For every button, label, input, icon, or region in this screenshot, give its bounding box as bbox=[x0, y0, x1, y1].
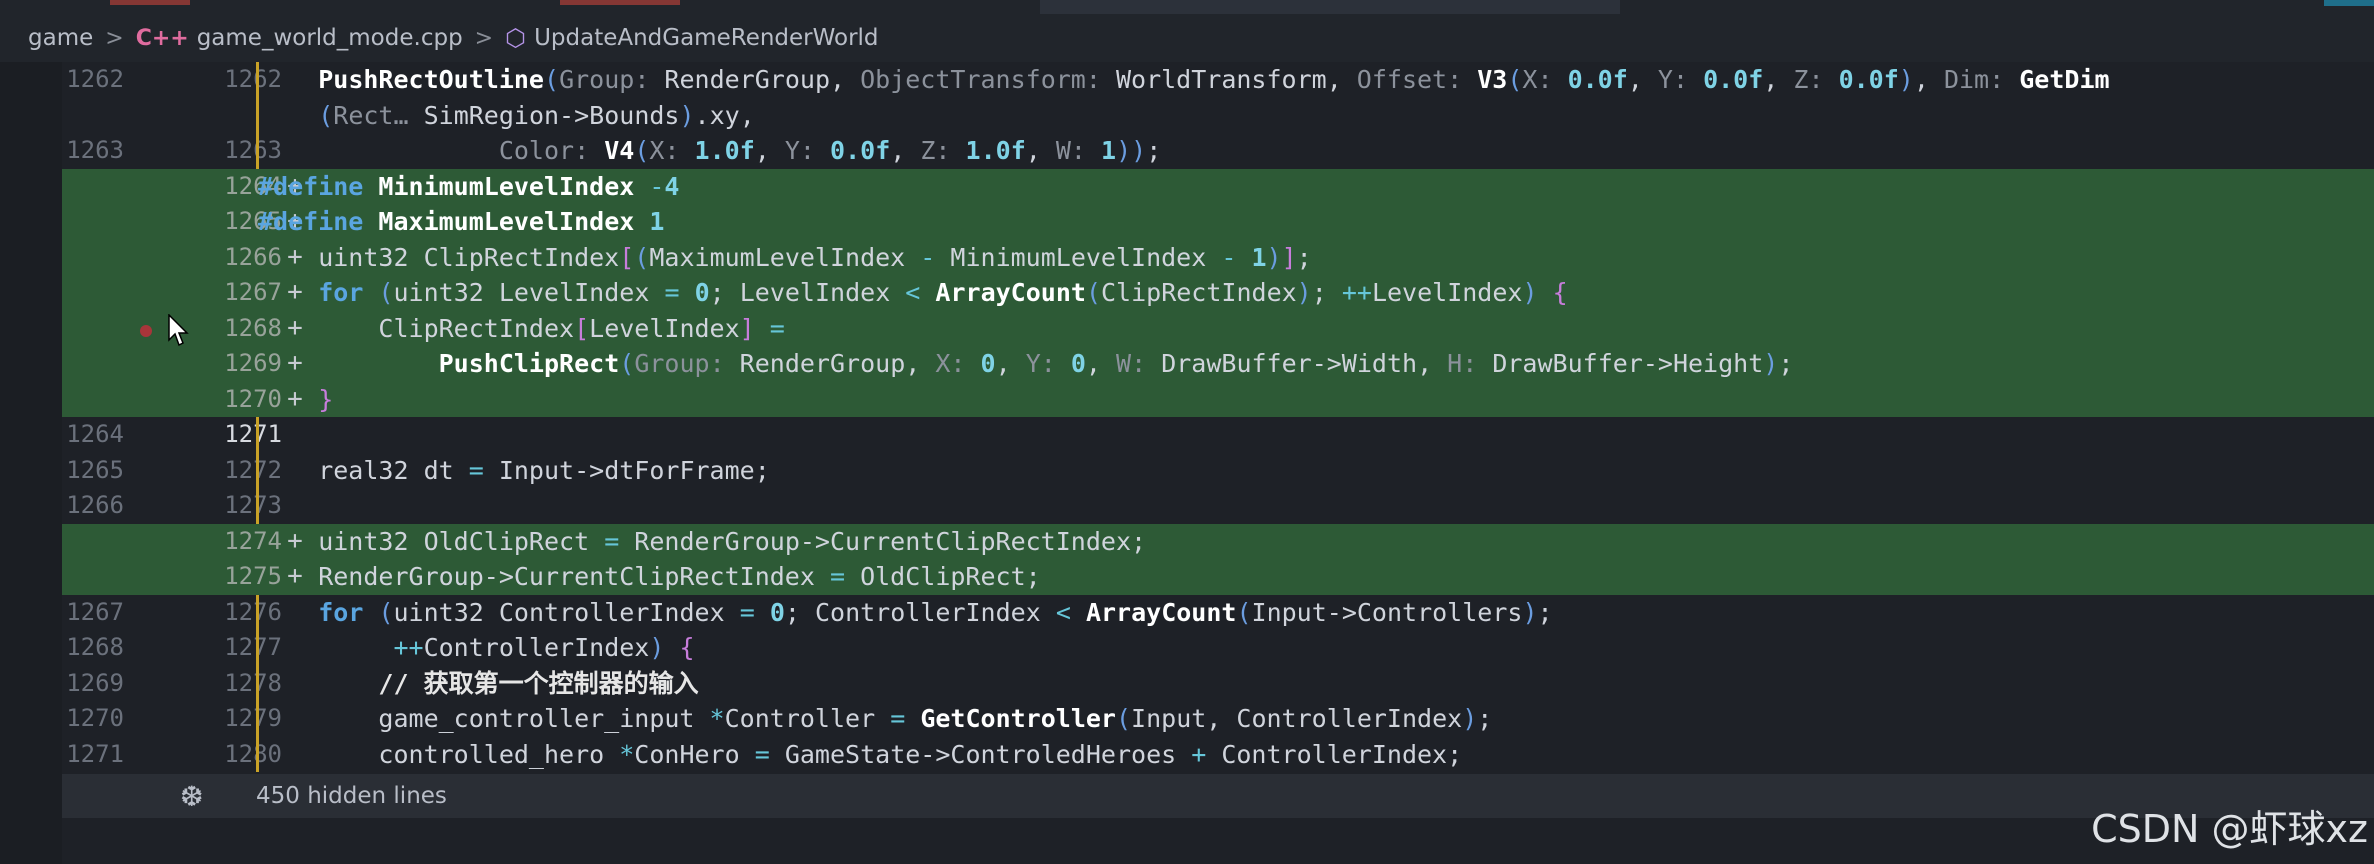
tab-marker bbox=[110, 0, 190, 5]
added-code-line[interactable]: 1274 + uint32 OldClipRect = RenderGroup->… bbox=[62, 523, 2374, 560]
breadcrumb-symbol[interactable]: UpdateAndGameRenderWorld bbox=[534, 25, 878, 51]
old-line-number: 1266 bbox=[66, 491, 124, 519]
added-code-line[interactable]: 1270 + } bbox=[62, 381, 2374, 418]
code-line[interactable]: 1265 1272 real32 dt = Input->dtForFrame; bbox=[62, 452, 2374, 489]
new-line-number: 1271 bbox=[224, 420, 282, 448]
cube-icon: ⬡ bbox=[505, 24, 527, 52]
code-line[interactable]: 1270 1279 game_controller_input *Controll… bbox=[62, 701, 2374, 737]
unfold-icon[interactable]: ❆ bbox=[180, 780, 203, 813]
code-text[interactable]: controlled_hero *ConHero = GameState->Co… bbox=[258, 737, 1462, 773]
code-text[interactable]: uint32 OldClipRect = RenderGroup->Curren… bbox=[258, 524, 1146, 560]
code-line[interactable]: 1263 1263 Color: V4(X: 1.0f, Y: 0.0f, Z: … bbox=[62, 133, 2374, 169]
hidden-lines-label: 450 hidden lines bbox=[256, 783, 447, 809]
code-text[interactable]: (Rect… SimRegion->Bounds).xy, bbox=[258, 98, 755, 134]
tab-strip[interactable] bbox=[0, 0, 2374, 14]
modified-gutter-marker bbox=[256, 488, 259, 524]
code-editor[interactable]: 1262 1262 PushRectOutline(Group: RenderGr… bbox=[0, 62, 2374, 774]
code-line[interactable]: (Rect… SimRegion->Bounds).xy, bbox=[62, 97, 2374, 134]
code-text[interactable]: PushClipRect(Group: RenderGroup, X: 0, Y… bbox=[258, 346, 1794, 382]
code-line[interactable]: 1268 1277 ++ControllerIndex) { bbox=[62, 630, 2374, 666]
code-line[interactable]: 1271 1280 controlled_hero *ConHero = Game… bbox=[62, 736, 2374, 773]
hidden-lines-bar[interactable]: ❆ 450 hidden lines bbox=[62, 774, 2374, 818]
code-text[interactable]: real32 dt = Input->dtForFrame; bbox=[258, 453, 770, 489]
chevron-right-icon: > bbox=[105, 25, 124, 51]
code-text[interactable]: ClipRectIndex[LevelIndex] = bbox=[258, 311, 784, 347]
code-line[interactable]: 1267 1276 for (uint32 ControllerIndex = 0… bbox=[62, 594, 2374, 631]
code-text[interactable]: #define MaximumLevelIndex 1 bbox=[258, 204, 664, 240]
old-line-number: 1267 bbox=[66, 597, 124, 626]
code-text[interactable]: // 获取第一个控制器的输入 bbox=[258, 666, 698, 702]
tab-strip-accent bbox=[2324, 0, 2374, 6]
code-line[interactable]: 1262 1262 PushRectOutline(Group: RenderGr… bbox=[62, 62, 2374, 98]
code-text[interactable]: #define MinimumLevelIndex -4 bbox=[258, 169, 679, 205]
new-line-number: 1273 bbox=[224, 491, 282, 519]
chevron-right-icon: > bbox=[474, 25, 494, 51]
tab-marker bbox=[560, 0, 680, 5]
code-text[interactable]: } bbox=[258, 382, 333, 418]
code-text[interactable]: Color: V4(X: 1.0f, Y: 0.0f, Z: 1.0f, W: … bbox=[258, 133, 1161, 169]
breakpoint-icon[interactable] bbox=[140, 325, 152, 337]
code-line[interactable]: 1269 1278 // 获取第一个控制器的输入 bbox=[62, 665, 2374, 702]
breadcrumb-folder[interactable]: game bbox=[28, 25, 93, 51]
breadcrumb: game > C++ game_world_mode.cpp > ⬡ Updat… bbox=[0, 14, 2374, 62]
code-text[interactable]: game_controller_input *Controller = GetC… bbox=[258, 701, 1492, 737]
old-line-number: 1271 bbox=[66, 739, 124, 768]
code-line[interactable]: 1264 1271 bbox=[62, 417, 2374, 453]
code-text[interactable]: ++ControllerIndex) { bbox=[258, 630, 694, 666]
cpp-file-icon: C++ bbox=[135, 25, 189, 51]
added-code-line[interactable]: 1265 + #define MaximumLevelIndex 1 bbox=[62, 204, 2374, 240]
active-tab[interactable] bbox=[1040, 0, 1620, 14]
added-code-line[interactable]: 1269 + PushClipRect(Group: RenderGroup, X… bbox=[62, 346, 2374, 382]
code-text[interactable]: RenderGroup->CurrentClipRectIndex = OldC… bbox=[258, 559, 1040, 595]
old-line-number: 1268 bbox=[66, 633, 124, 661]
old-line-number: 1265 bbox=[66, 455, 124, 484]
added-code-line[interactable]: 1264 + #define MinimumLevelIndex -4 bbox=[62, 168, 2374, 205]
added-code-line[interactable]: 1267 + for (uint32 LevelIndex = 0; LevelI… bbox=[62, 275, 2374, 311]
added-code-line[interactable]: 1275 + RenderGroup->CurrentClipRectIndex … bbox=[62, 559, 2374, 595]
code-text[interactable]: for (uint32 ControllerIndex = 0; Control… bbox=[258, 595, 1552, 631]
old-line-number: 1264 bbox=[66, 420, 124, 448]
code-text[interactable]: PushRectOutline(Group: RenderGroup, Obje… bbox=[258, 62, 2109, 98]
old-line-number: 1270 bbox=[66, 704, 124, 732]
code-text[interactable]: uint32 ClipRectIndex[(MaximumLevelIndex … bbox=[258, 240, 1312, 276]
code-text[interactable]: for (uint32 LevelIndex = 0; LevelIndex <… bbox=[258, 275, 1567, 311]
watermark: CSDN @虾球xz bbox=[2091, 807, 2368, 851]
old-line-number: 1269 bbox=[66, 668, 124, 697]
old-line-number: 1262 bbox=[66, 65, 124, 93]
code-line[interactable]: 1266 1273 bbox=[62, 488, 2374, 524]
modified-gutter-marker bbox=[256, 417, 259, 453]
added-code-line[interactable]: 1268 + ClipRectIndex[LevelIndex] = bbox=[62, 310, 2374, 347]
breadcrumb-file[interactable]: game_world_mode.cpp bbox=[197, 25, 463, 51]
mouse-cursor-icon bbox=[168, 314, 189, 347]
added-code-line[interactable]: 1266 + uint32 ClipRectIndex[(MaximumLevel… bbox=[62, 239, 2374, 276]
old-line-number: 1263 bbox=[66, 136, 124, 164]
